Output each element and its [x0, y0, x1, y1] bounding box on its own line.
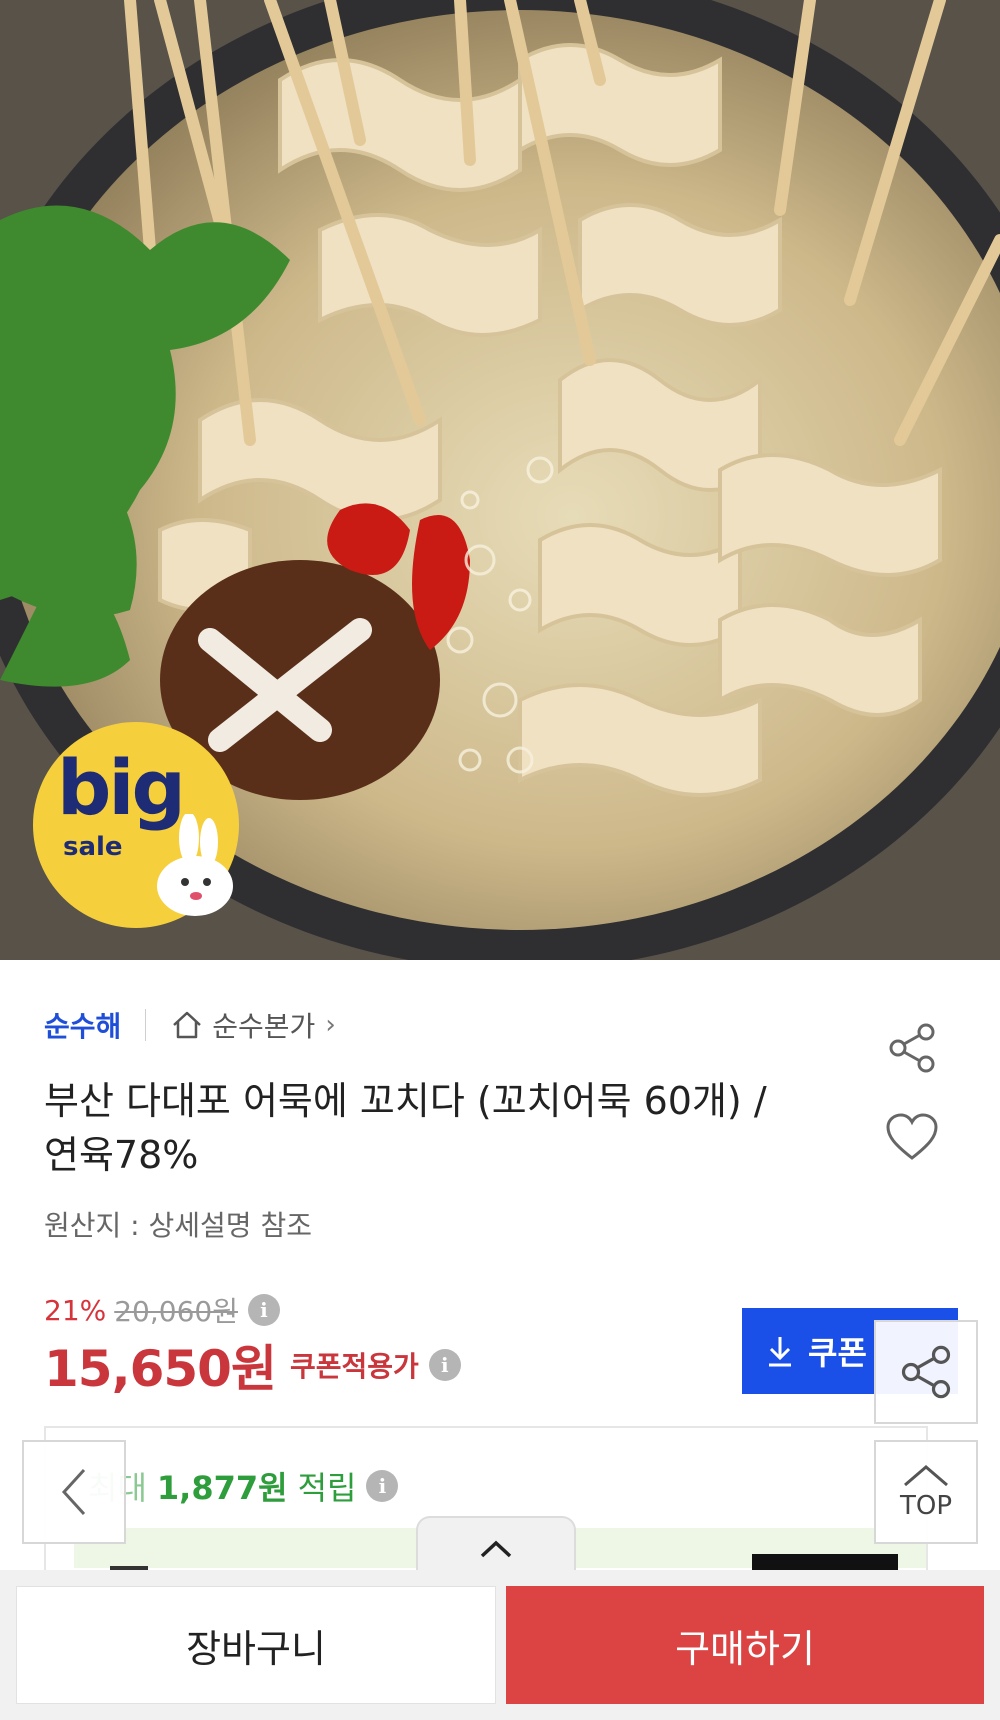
points-row[interactable]: 최대 1,877원 적립 i: [88, 1462, 399, 1510]
top-label: TOP: [899, 1491, 953, 1521]
chevron-up-icon: [480, 1540, 512, 1558]
big-sale-badge: big sale: [33, 722, 239, 928]
chevron-up-icon: [904, 1465, 948, 1487]
product-title-line2: 연육78%: [44, 1133, 199, 1177]
store-link[interactable]: 순수본가: [212, 1005, 315, 1045]
info-icon[interactable]: i: [366, 1470, 399, 1502]
home-icon: [173, 1011, 202, 1039]
divider: [145, 1009, 147, 1041]
badge-sale-text: sale: [63, 832, 123, 862]
brand-link[interactable]: 순수해: [44, 1005, 121, 1045]
product-title-line1: 부산 다대포 어묵에 꼬치다 (꼬치어묵 60개) /: [44, 1079, 767, 1123]
discount-rate: 21%: [44, 1293, 107, 1327]
info-icon[interactable]: i: [428, 1349, 461, 1381]
heart-icon[interactable]: [884, 1110, 940, 1166]
bottom-action-bar: 장바구니 구매하기: [0, 1570, 1000, 1720]
sale-price: 15,650원: [44, 1340, 277, 1398]
back-button[interactable]: [22, 1440, 126, 1544]
scroll-top-button[interactable]: TOP: [874, 1440, 978, 1544]
product-title: 부산 다대포 어묵에 꼬치다 (꼬치어묵 60개) / 연육78%: [44, 1074, 864, 1182]
points-value: 1,877원: [156, 1469, 288, 1507]
bunny-icon: [157, 814, 233, 916]
add-to-cart-button[interactable]: 장바구니: [16, 1586, 496, 1704]
chevron-left-icon: [61, 1468, 86, 1516]
share-float-button[interactable]: [874, 1320, 978, 1424]
price-original-row: 21% 20,060원 i: [44, 1290, 280, 1330]
coupon-button-label: 쿠폰: [808, 1334, 867, 1372]
origin-text: 원산지 : 상세설명 참조: [44, 1209, 312, 1242]
points-unit: 적립: [297, 1469, 357, 1507]
chevron-right-icon: ›: [325, 1010, 336, 1040]
seller-row: 순수해 순수본가 ›: [44, 1005, 336, 1045]
product-image[interactable]: big sale: [0, 0, 1000, 960]
buy-now-button[interactable]: 구매하기: [506, 1586, 984, 1704]
share-icon[interactable]: [884, 1020, 940, 1076]
coupon-applied-label: 쿠폰적용가: [289, 1350, 419, 1383]
download-icon: [769, 1337, 791, 1367]
share-icon: [901, 1345, 951, 1399]
original-price: 20,060원: [114, 1295, 238, 1328]
price-sale-row: 15,650원 쿠폰적용가 i: [44, 1330, 461, 1400]
info-icon[interactable]: i: [247, 1294, 280, 1326]
